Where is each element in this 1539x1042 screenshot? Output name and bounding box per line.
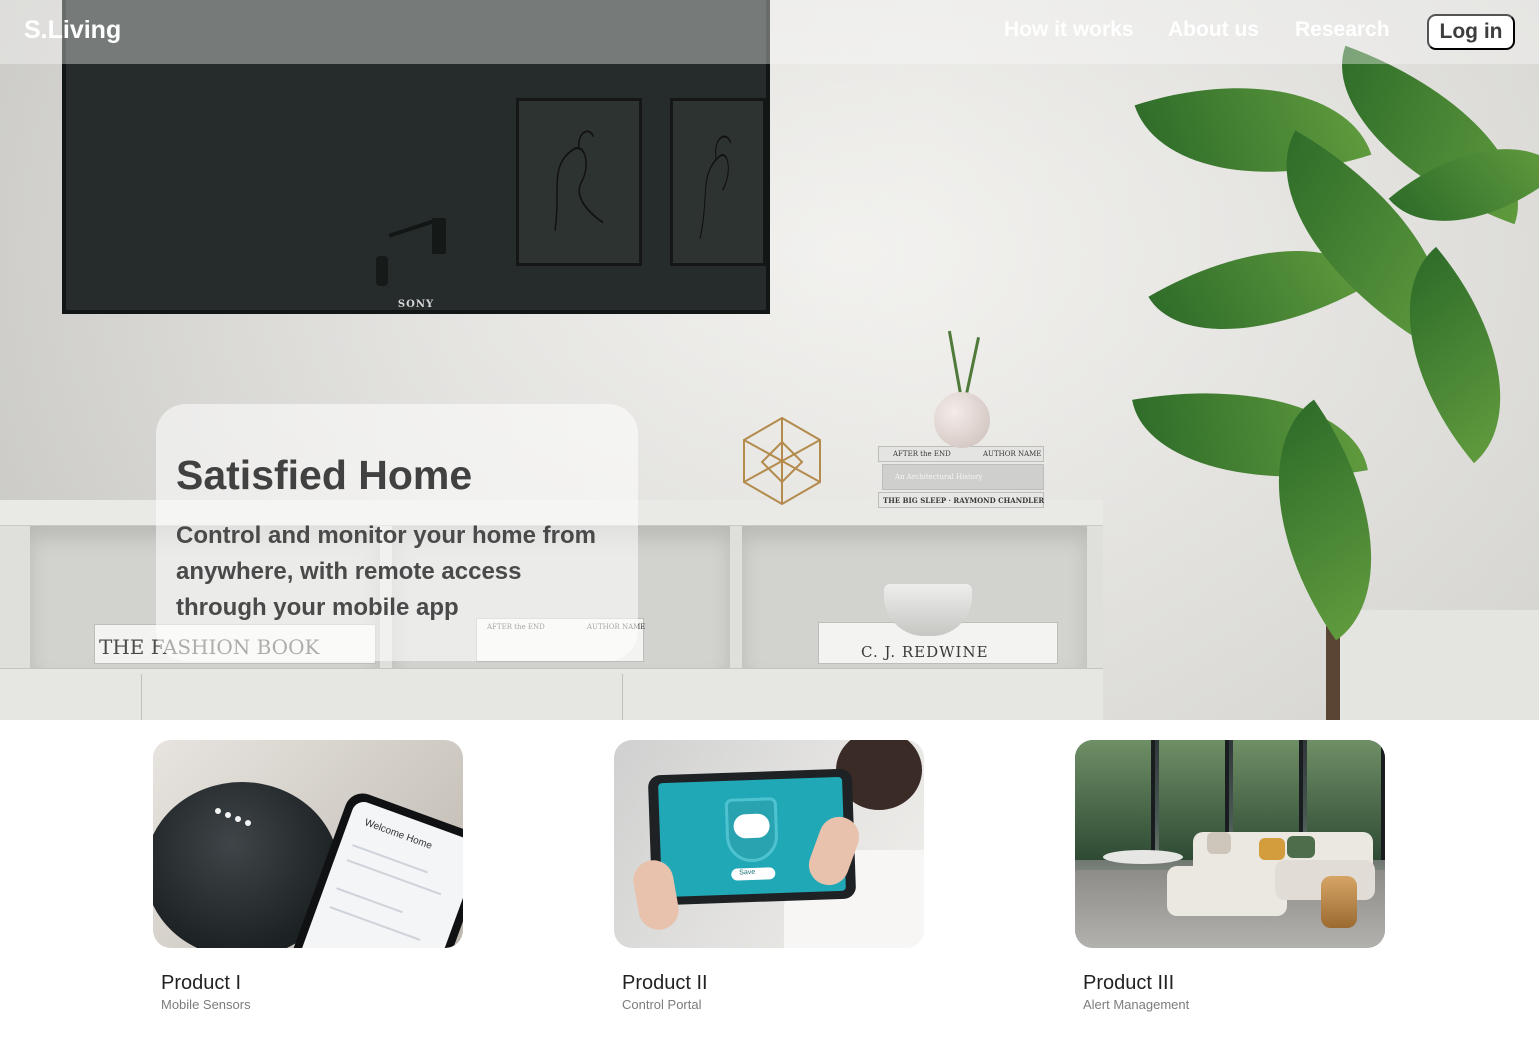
- book-top-2: An Architectural History: [882, 464, 1044, 490]
- tv-brand-label: SONY: [397, 299, 435, 310]
- tablet-save-label: Save: [739, 868, 756, 877]
- phone-screen-line: [346, 859, 442, 896]
- hero-title: Satisfied Home: [176, 452, 473, 498]
- book-top-1-author: AUTHOR NAME: [983, 450, 1042, 458]
- tablet-save-pill: Save: [731, 867, 776, 881]
- product-description: Alert Management: [1083, 997, 1190, 1012]
- geometric-sculpture: [743, 416, 821, 506]
- phone-screen-title: Welcome Home: [362, 817, 434, 852]
- nav-link-how-it-works[interactable]: How it works: [1004, 18, 1134, 42]
- book-top-2-title: An Architectural History: [895, 473, 983, 481]
- product-image-living-room: [1075, 740, 1385, 948]
- shelf-divider: [622, 674, 623, 720]
- living-room-window: [1075, 740, 1155, 860]
- product-name: Product II: [622, 972, 708, 994]
- book-top-1: AFTER the END AUTHOR NAME: [878, 446, 1044, 462]
- reflected-lamp-base: [376, 256, 388, 286]
- speaker-light-dot: [215, 808, 221, 814]
- phone-screen-line: [336, 887, 403, 914]
- book-top-1-title: AFTER the END: [893, 450, 951, 458]
- speaker-light-dot: [225, 812, 231, 818]
- cloud-icon: [733, 813, 771, 839]
- reflected-lamp-head: [432, 218, 446, 254]
- nav-link-about-us[interactable]: About us: [1168, 18, 1259, 42]
- shelf-divider: [141, 674, 142, 720]
- sofa-pillow: [1287, 836, 1315, 858]
- product-name: Product I: [161, 972, 242, 994]
- book-top-3-title: THE BIG SLEEP · RAYMOND CHANDLER: [883, 496, 1045, 505]
- top-navbar: S.Living How it works About us Research …: [0, 0, 1539, 64]
- reflected-picture-frame: [516, 98, 642, 266]
- product-name: Product III: [1083, 972, 1175, 994]
- sofa-ottoman: [1167, 866, 1287, 916]
- product-description: Mobile Sensors: [161, 997, 251, 1012]
- plant-pot: [1340, 610, 1539, 720]
- sofa-pillow: [1259, 838, 1285, 860]
- product-card-mobile-sensors[interactable]: Welcome Home Product I Mobile Sensors: [153, 740, 463, 1012]
- product-card-control-portal[interactable]: Save Product II Control Portal: [614, 740, 924, 1012]
- product-image-tablet: Save: [614, 740, 924, 948]
- product-description: Control Portal: [622, 997, 702, 1012]
- brand-logo[interactable]: S.Living: [24, 16, 121, 45]
- book-redwine-title: C. J. REDWINE: [861, 643, 989, 661]
- product-image-speaker-phone: Welcome Home: [153, 740, 463, 948]
- coffee-table: [1103, 850, 1183, 864]
- shelf-base: [0, 668, 1103, 720]
- vase: [934, 392, 990, 448]
- phone-screen-line: [352, 844, 428, 874]
- phone-screen-line: [329, 906, 421, 941]
- sofa-pillow: [1207, 832, 1231, 854]
- login-button[interactable]: Log in: [1427, 14, 1515, 50]
- reflected-picture-frame: [670, 98, 766, 266]
- wooden-stool: [1321, 876, 1357, 928]
- product-card-alert-management[interactable]: Product III Alert Management: [1075, 740, 1385, 1012]
- hero-subtitle: Control and monitor your home from anywh…: [176, 522, 596, 621]
- speaker-light-dot: [245, 820, 251, 826]
- reflected-lamp-arm: [388, 218, 438, 238]
- book-top-3: THE BIG SLEEP · RAYMOND CHANDLER: [878, 492, 1044, 508]
- nav-link-research[interactable]: Research: [1295, 18, 1390, 42]
- plant-stand-leg: [1326, 626, 1340, 720]
- speaker-light-dot: [235, 816, 241, 822]
